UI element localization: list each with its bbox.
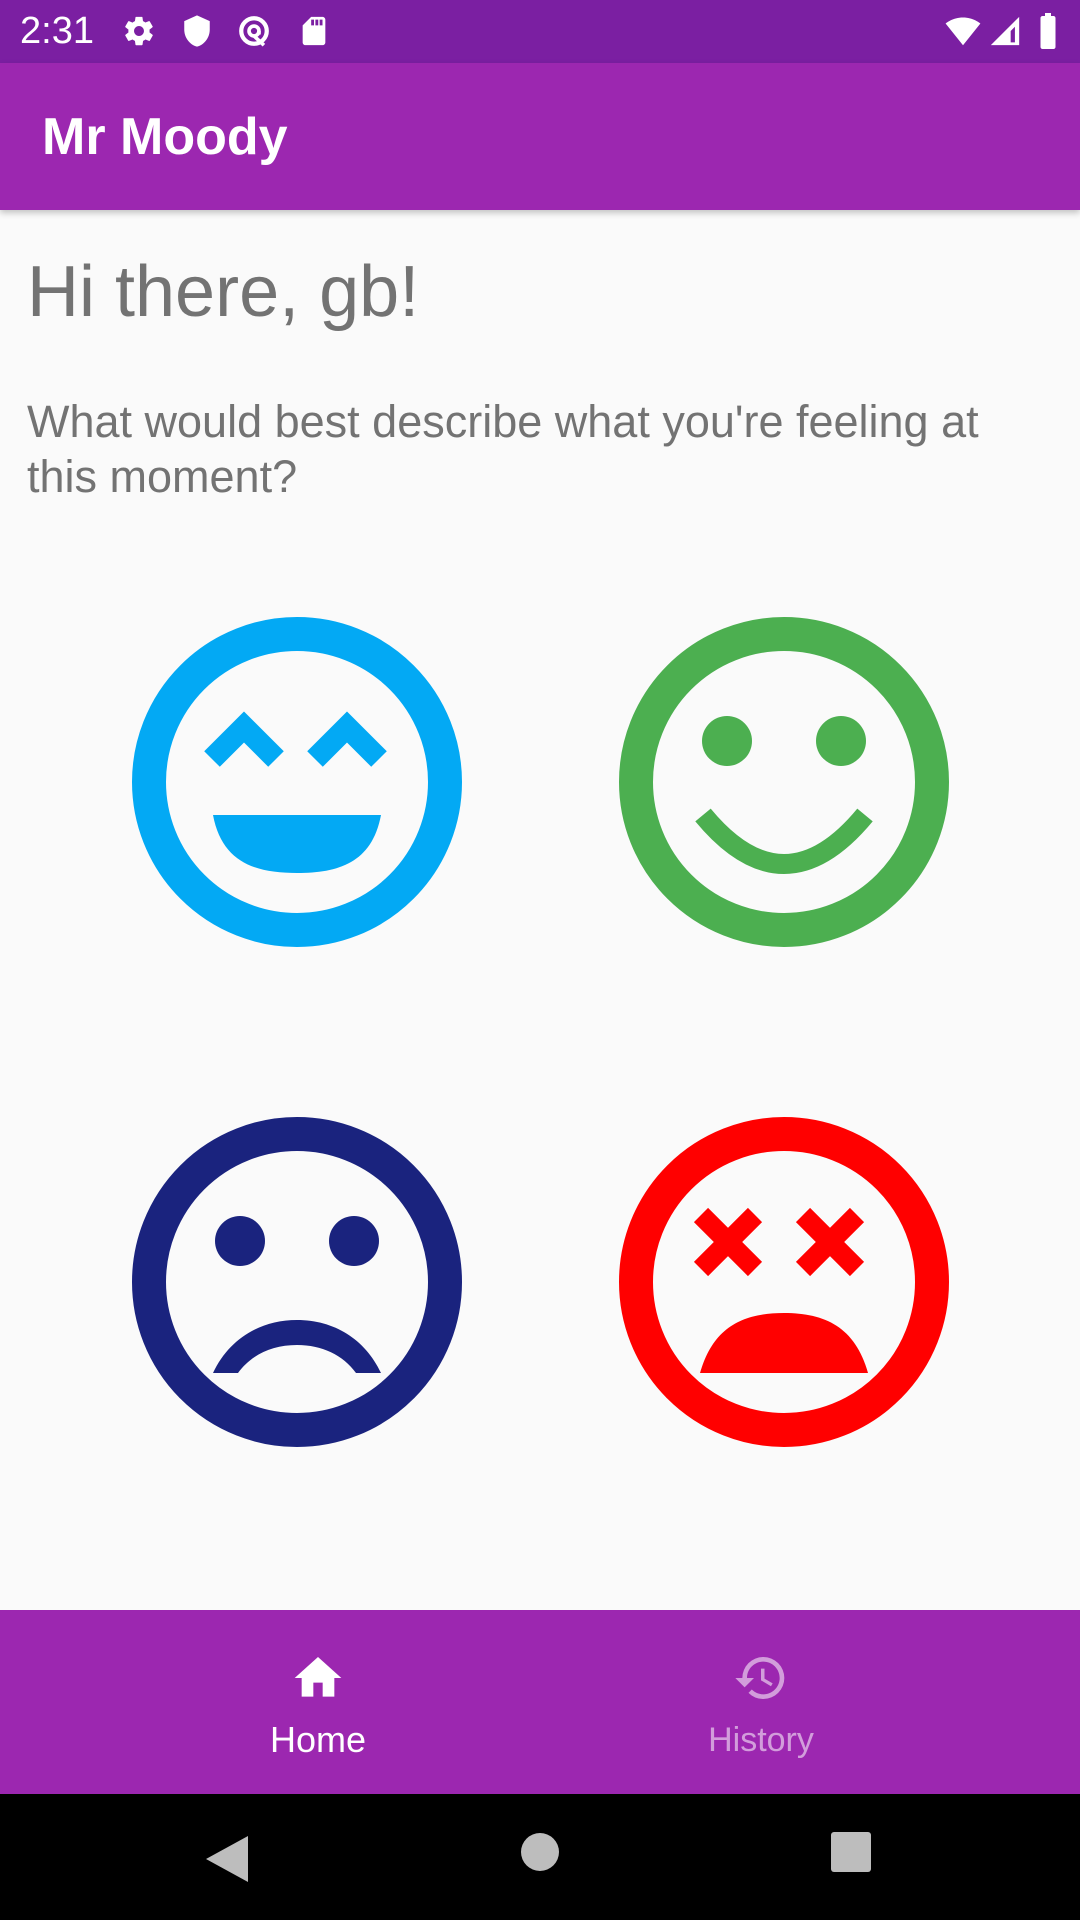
cell-signal-icon	[990, 16, 1020, 46]
shield-icon	[184, 15, 210, 47]
home-circle-icon[interactable]	[520, 1832, 560, 1872]
bottom-navigation: Home History	[0, 1610, 1080, 1794]
recents-icon[interactable]	[831, 1832, 871, 1872]
mood-question: What would best describe what you're fee…	[27, 396, 979, 502]
nav-history-label: History	[708, 1721, 814, 1759]
app-bar: Mr Moody	[0, 63, 1080, 210]
at-sign-icon	[239, 16, 269, 47]
sd-card-icon	[302, 16, 326, 46]
app-title: Mr Moody	[42, 108, 288, 166]
battery-icon	[1040, 13, 1056, 49]
nav-history[interactable]: History	[491, 1610, 1031, 1794]
back-icon[interactable]	[204, 1834, 250, 1884]
laughing-face-icon	[132, 617, 462, 947]
status-time: 2:31	[20, 10, 94, 52]
mood-laughing-button[interactable]	[132, 617, 462, 947]
smiling-face-icon	[619, 617, 949, 947]
gear-icon	[125, 16, 153, 46]
system-navigation-bar	[0, 1794, 1080, 1920]
dizzy-face-icon	[619, 1117, 949, 1447]
greeting-text: Hi there, gb!	[27, 252, 420, 332]
status-bar: 2:31	[0, 0, 1080, 63]
mood-smiling-button[interactable]	[619, 617, 949, 947]
sad-face-icon	[132, 1117, 462, 1447]
mood-sad-button[interactable]	[132, 1117, 462, 1447]
home-icon	[294, 1657, 342, 1697]
wifi-icon	[945, 17, 981, 46]
mood-dizzy-button[interactable]	[619, 1117, 949, 1447]
history-icon	[735, 1657, 785, 1699]
